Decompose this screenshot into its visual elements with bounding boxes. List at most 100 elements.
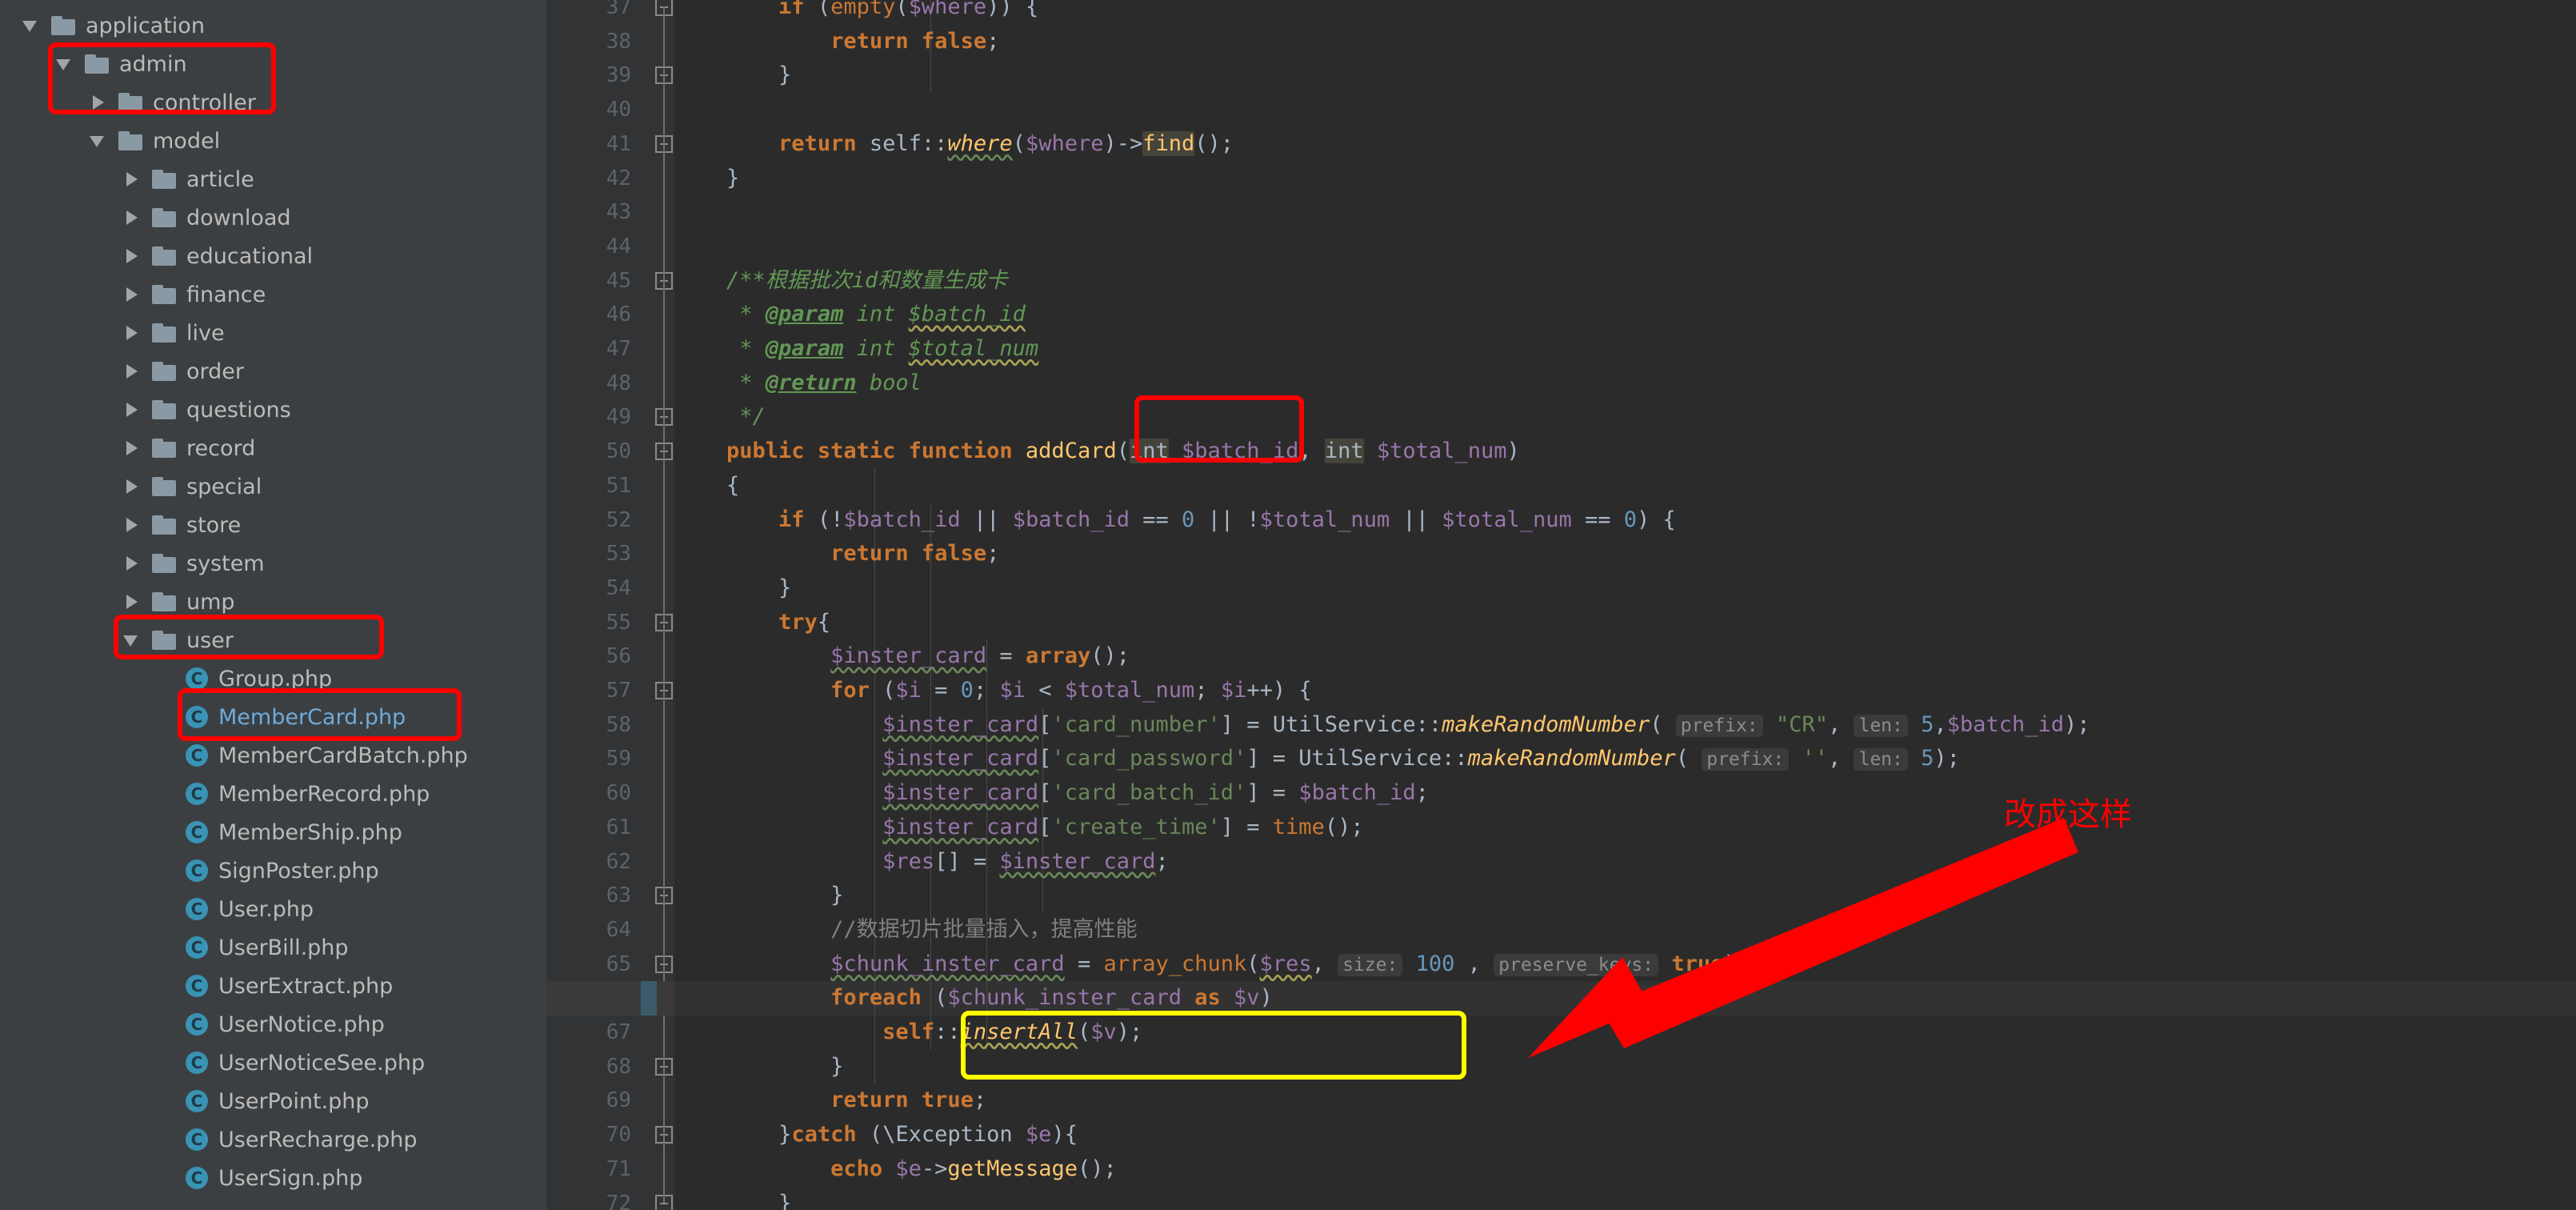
code-line-66[interactable]: foreach ($chunk_inster_card as $v) <box>674 981 1273 1016</box>
code-line-39[interactable]: } <box>674 58 791 93</box>
tree-item-order[interactable]: order <box>122 352 244 391</box>
code-line-46[interactable]: * @param int $batch_id <box>674 298 1026 332</box>
tree-item-user-php[interactable]: C User.php <box>155 890 314 928</box>
tree-item-application[interactable]: application <box>21 6 205 45</box>
code-line-63[interactable]: } <box>674 879 843 913</box>
code-line-56[interactable]: $inster_card = array(); <box>674 639 1130 674</box>
code-line-45[interactable]: /**根据批次id和数量生成卡 <box>674 264 1007 298</box>
code-line-62[interactable]: $res[] = $inster_card; <box>674 845 1169 879</box>
chevron-right-icon[interactable] <box>122 399 142 420</box>
tree-item-finance[interactable]: finance <box>122 275 266 314</box>
editor-code-area[interactable]: if (empty($where)) { return false; } ret… <box>674 0 2576 1210</box>
chevron-right-icon[interactable] <box>122 246 142 266</box>
code-editor[interactable]: 37 38 39 40 41 42 43 44 45 46 47 48 49 50 51 52 53 54 55 56… <box>546 0 2576 1210</box>
tree-item-special[interactable]: special <box>122 467 262 506</box>
code-line-60[interactable]: $inster_card['card_batch_id'] = $batch_i… <box>674 776 1429 811</box>
code-line-53[interactable]: return false; <box>674 537 999 571</box>
chevron-down-icon[interactable] <box>54 54 75 74</box>
tree-item-system[interactable]: system <box>122 544 265 583</box>
code-line-65[interactable]: $chunk_inster_card = array_chunk($res, s… <box>674 948 1750 982</box>
tree-item-admin[interactable]: admin <box>54 45 187 83</box>
chevron-right-icon[interactable] <box>122 361 142 382</box>
tree-item-record[interactable]: record <box>122 429 255 467</box>
chevron-right-icon[interactable] <box>122 591 142 612</box>
tree-item-group-php[interactable]: C Group.php <box>155 659 332 698</box>
code-token: $inster_card <box>882 711 1039 737</box>
project-tree-panel[interactable]: application admin controller model article do… <box>0 0 546 1210</box>
sidebar-scrollbar-track[interactable] <box>524 0 546 1210</box>
tree-item-usernoticesee-php[interactable]: C UserNoticeSee.php <box>155 1044 425 1082</box>
tree-item-store[interactable]: store <box>122 506 241 544</box>
code-token: $batch_id <box>908 302 1026 327</box>
code-line-47[interactable]: * @param int $total_num <box>674 332 1038 367</box>
code-line-38[interactable]: return false; <box>674 25 999 59</box>
tree-item-signposter-php[interactable]: C SignPoster.php <box>155 851 379 890</box>
tree-item-live[interactable]: live <box>122 314 225 352</box>
tree-item-usersign-php[interactable]: C UserSign.php <box>155 1159 362 1197</box>
chevron-down-icon[interactable] <box>122 630 142 651</box>
code-line-51[interactable]: { <box>674 469 739 503</box>
tree-item-userextract-php[interactable]: C UserExtract.php <box>155 967 393 1005</box>
code-line-50[interactable]: public static function addCard(int $batc… <box>674 435 1520 469</box>
code-line-37[interactable]: if (empty($where)) { <box>674 0 1038 25</box>
tree-item-educational[interactable]: educational <box>122 237 313 275</box>
chevron-right-icon[interactable] <box>122 553 142 574</box>
code-line-41[interactable]: return self::where($where)->find(); <box>674 127 1234 162</box>
code-token: 'create_time' <box>1051 814 1221 839</box>
code-line-49[interactable]: */ <box>674 400 766 435</box>
code-token: || ! <box>1194 507 1260 532</box>
code-line-64[interactable]: //数据切片批量插入，提高性能 <box>674 913 1138 948</box>
code-line-61[interactable]: $inster_card['create_time'] = time(); <box>674 811 1364 845</box>
code-token: [] = <box>934 848 1000 874</box>
code-line-48[interactable]: * @return bool <box>674 367 922 401</box>
code-line-42[interactable]: } <box>674 162 739 196</box>
code-token: < <box>1025 678 1065 703</box>
chevron-down-icon[interactable] <box>88 130 109 151</box>
code-line-67[interactable]: self::insertAll($v); <box>674 1016 1142 1050</box>
chevron-down-icon[interactable] <box>21 15 42 36</box>
tree-item-controller[interactable]: controller <box>88 83 256 122</box>
code-line-52[interactable]: if (!$batch_id || $batch_id == 0 || !$to… <box>674 503 1676 538</box>
code-token: { <box>817 609 831 635</box>
editor-fold-strip[interactable] <box>642 0 674 1210</box>
tree-item-questions[interactable]: questions <box>122 391 291 429</box>
tree-item-download[interactable]: download <box>122 198 291 237</box>
code-line-68[interactable]: } <box>674 1050 843 1084</box>
code-line-70[interactable]: }catch (\Exception $e){ <box>674 1118 1078 1152</box>
code-line-72[interactable]: } <box>674 1187 791 1210</box>
chevron-right-icon[interactable] <box>88 92 109 113</box>
tree-item-memberrecord-php[interactable]: C MemberRecord.php <box>155 775 430 813</box>
tree-item-usernotice-php[interactable]: C UserNotice.php <box>155 1005 385 1044</box>
chevron-right-icon[interactable] <box>122 476 142 497</box>
code-line-55[interactable]: try{ <box>674 606 830 640</box>
code-line-59[interactable]: $inster_card['card_password'] = UtilServ… <box>674 742 1960 776</box>
tree-item-membercardbatch-php[interactable]: C MemberCardBatch.php <box>155 736 468 775</box>
chevron-right-icon[interactable] <box>122 284 142 305</box>
tree-item-userrecharge-php[interactable]: C UserRecharge.php <box>155 1120 418 1159</box>
code-token: 0 <box>960 678 974 703</box>
tree-item-user[interactable]: user <box>122 621 234 659</box>
editor-gutter[interactable]: 37 38 39 40 41 42 43 44 45 46 47 48 49 50 51 52 53 54 55 56… <box>546 0 642 1210</box>
tree-item-membercard-php[interactable]: C MemberCard.php <box>155 698 406 736</box>
chevron-right-icon[interactable] <box>122 515 142 535</box>
tree-item-membership-php[interactable]: C MemberShip.php <box>155 813 402 851</box>
code-line-57[interactable]: for ($i = 0; $i < $total_num; $i++) { <box>674 674 1312 708</box>
code-line-69[interactable]: return true; <box>674 1084 986 1118</box>
tree-item-label: download <box>186 205 291 230</box>
chevron-right-icon[interactable] <box>122 207 142 228</box>
code-line-71[interactable]: echo $e->getMessage(); <box>674 1152 1117 1187</box>
tree-item-ump[interactable]: ump <box>122 583 235 621</box>
code-line-58[interactable]: $inster_card['card_number'] = UtilServic… <box>674 708 2090 743</box>
chevron-right-icon[interactable] <box>122 323 142 343</box>
tree-item-model[interactable]: model <box>88 122 220 160</box>
vcs-change-marker[interactable] <box>641 981 657 1016</box>
code-line-54[interactable]: } <box>674 571 791 606</box>
chevron-right-icon[interactable] <box>122 438 142 459</box>
tree-item-article[interactable]: article <box>122 160 254 198</box>
chevron-right-icon[interactable] <box>122 169 142 190</box>
code-token: ; <box>1415 780 1429 806</box>
tree-item-userbill-php[interactable]: C UserBill.php <box>155 928 349 967</box>
tree-item-userpoint-php[interactable]: C UserPoint.php <box>155 1082 370 1120</box>
